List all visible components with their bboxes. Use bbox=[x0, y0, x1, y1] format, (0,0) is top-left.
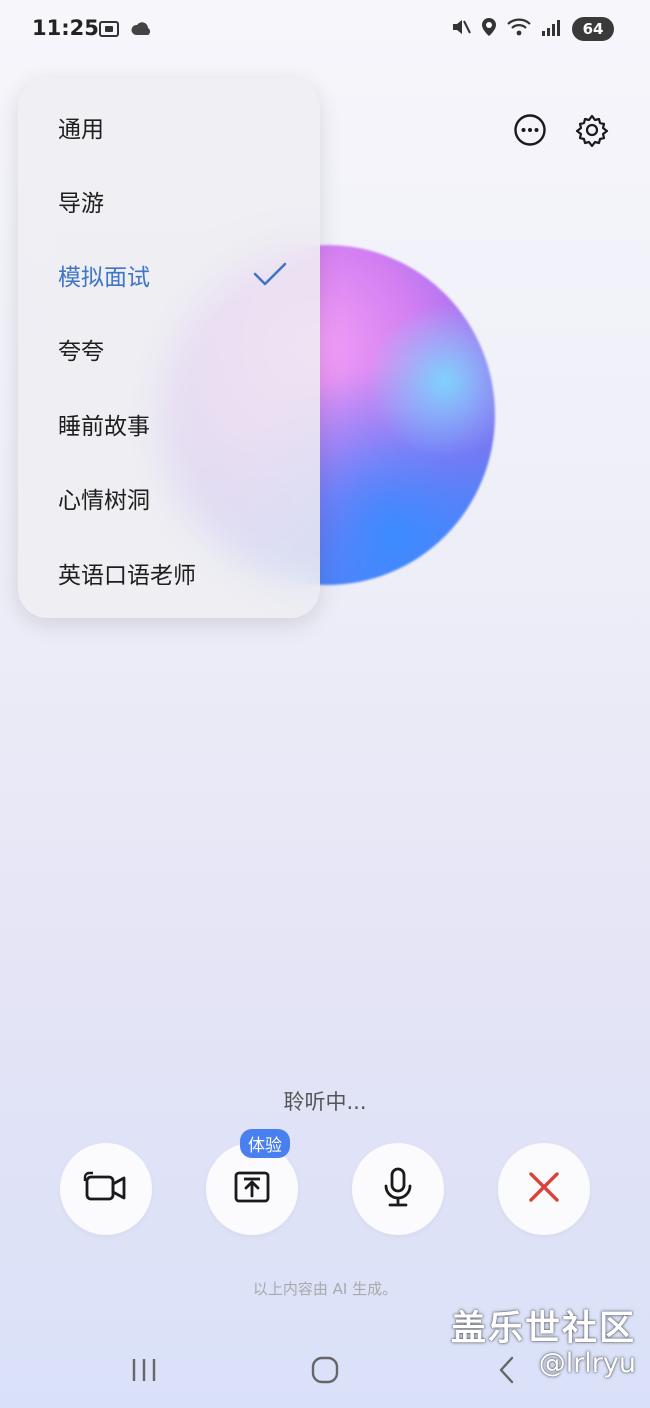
menu-item-label: 通用 bbox=[58, 117, 104, 143]
location-icon bbox=[480, 16, 498, 42]
video-camera-icon bbox=[83, 1170, 129, 1208]
status-bar: 11:25 64 bbox=[0, 0, 650, 60]
microphone-button[interactable] bbox=[352, 1143, 444, 1235]
menu-item-label: 心情树洞 bbox=[58, 488, 150, 514]
screen-record-icon bbox=[98, 18, 120, 44]
battery-indicator: 64 bbox=[572, 17, 614, 41]
back-icon[interactable] bbox=[494, 1350, 520, 1390]
wifi-icon bbox=[506, 16, 532, 42]
cloud-icon bbox=[130, 21, 152, 41]
close-icon bbox=[527, 1170, 561, 1208]
menu-item-english-teacher[interactable]: 英语口语老师 bbox=[58, 548, 288, 598]
menu-item-tour-guide[interactable]: 导游 bbox=[58, 176, 288, 226]
menu-item-label: 模拟面试 bbox=[58, 265, 150, 291]
menu-item-label: 英语口语老师 bbox=[58, 563, 196, 589]
settings-icon[interactable] bbox=[574, 112, 610, 148]
ai-disclaimer: 以上内容由 AI 生成。 bbox=[252, 1280, 398, 1298]
header-actions bbox=[512, 112, 610, 148]
status-left-icons bbox=[98, 18, 152, 44]
upload-icon bbox=[232, 1167, 272, 1211]
status-right-icons: 64 bbox=[450, 16, 614, 42]
menu-item-label: 夸夸 bbox=[58, 339, 104, 365]
menu-item-label: 睡前故事 bbox=[58, 414, 150, 440]
recent-apps-icon[interactable] bbox=[128, 1350, 160, 1390]
menu-item-mock-interview[interactable]: 模拟面试 bbox=[58, 250, 288, 300]
menu-item-mood-treehole[interactable]: 心情树洞 bbox=[58, 473, 288, 523]
signal-5g-icon bbox=[540, 16, 564, 42]
home-icon[interactable] bbox=[308, 1350, 342, 1390]
status-time: 11:25 bbox=[32, 16, 99, 40]
menu-item-praise[interactable]: 夸夸 bbox=[58, 324, 288, 374]
checkmark-icon bbox=[252, 260, 288, 290]
menu-item-general[interactable]: 通用 bbox=[58, 102, 288, 152]
hang-up-button[interactable] bbox=[498, 1143, 590, 1235]
camera-button[interactable] bbox=[60, 1143, 152, 1235]
listening-status: 聆听中... bbox=[283, 1090, 367, 1114]
watermark-handle: @lrlryu bbox=[538, 1348, 636, 1379]
mode-menu: 通用 导游 模拟面试 夸夸 睡前故事 心情树洞 英语口语老师 bbox=[18, 78, 320, 618]
menu-item-bedtime-story[interactable]: 睡前故事 bbox=[58, 399, 288, 449]
trial-badge: 体验 bbox=[240, 1129, 290, 1158]
watermark-title: 盖乐世社区 bbox=[450, 1309, 636, 1349]
call-controls: 体验 bbox=[0, 1129, 650, 1235]
microphone-icon bbox=[380, 1166, 416, 1212]
menu-item-label: 导游 bbox=[58, 191, 104, 217]
upload-button[interactable]: 体验 bbox=[206, 1129, 298, 1235]
more-icon[interactable] bbox=[512, 112, 548, 148]
mute-vibrate-icon bbox=[450, 16, 472, 42]
